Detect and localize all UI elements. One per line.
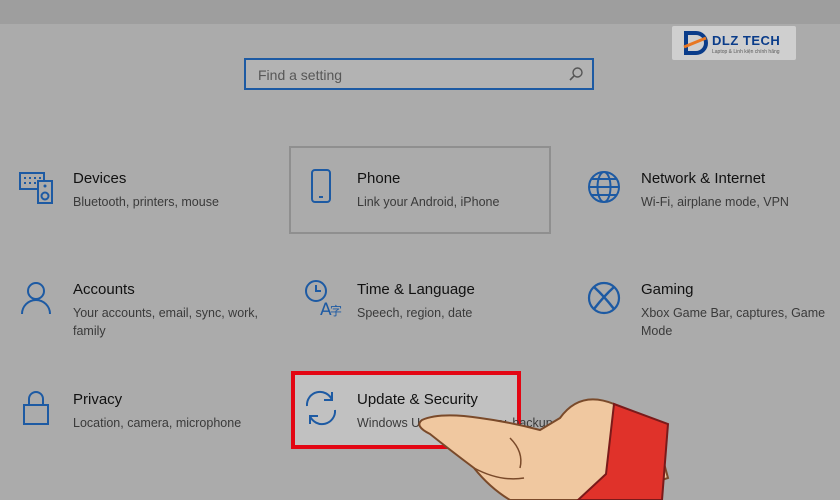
dlz-logo-icon xyxy=(683,31,708,55)
pointing-hand-icon xyxy=(418,398,670,500)
settings-tile-accounts[interactable]: Accounts Your accounts, email, sync, wor… xyxy=(18,266,278,356)
tile-description: Xbox Game Bar, captures, Game Mode xyxy=(641,306,826,338)
lock-icon xyxy=(23,391,49,425)
tile-description: Link your Android, iPhone xyxy=(357,195,500,209)
sync-icon xyxy=(305,390,337,426)
tile-description: Wi-Fi, airplane mode, VPN xyxy=(641,195,789,209)
devices-icon xyxy=(19,172,53,204)
tile-title: Accounts xyxy=(73,281,135,298)
phone-icon xyxy=(311,169,331,203)
dlz-tech-watermark: DLZ TECH Laptop & Linh kiện chính hãng xyxy=(672,26,796,60)
watermark-brand: DLZ TECH xyxy=(712,33,781,48)
settings-tile-devices[interactable]: Devices Bluetooth, printers, mouse xyxy=(18,155,278,245)
search-input[interactable] xyxy=(256,64,560,86)
search-box[interactable] xyxy=(244,58,594,90)
tile-title: Gaming xyxy=(641,281,694,298)
settings-tile-phone[interactable]: Phone Link your Android, iPhone xyxy=(302,155,562,245)
search-icon[interactable] xyxy=(568,66,584,82)
settings-tile-network[interactable]: Network & Internet Wi-Fi, airplane mode,… xyxy=(586,155,840,245)
settings-tile-time-language[interactable]: A 字 Time & Language Speech, region, date xyxy=(302,266,562,356)
tile-title: Devices xyxy=(73,170,127,187)
settings-tile-privacy[interactable]: Privacy Location, camera, microphone xyxy=(18,376,278,466)
time-language-icon: A 字 xyxy=(305,280,342,318)
globe-icon xyxy=(588,171,620,203)
tile-description: Your accounts, email, sync, work, family xyxy=(73,306,259,338)
tile-title: Privacy xyxy=(73,391,123,408)
svg-text:字: 字 xyxy=(330,303,342,318)
person-icon xyxy=(21,282,51,315)
settings-tile-gaming[interactable]: Gaming Xbox Game Bar, captures, Game Mod… xyxy=(586,266,840,356)
tile-description: Bluetooth, printers, mouse xyxy=(73,195,219,209)
tile-description: Speech, region, date xyxy=(357,306,473,320)
tile-title: Phone xyxy=(357,170,401,187)
tile-description: Location, camera, microphone xyxy=(73,416,242,430)
tile-title: Network & Internet xyxy=(641,170,766,187)
title-bar xyxy=(0,0,840,24)
tile-title: Time & Language xyxy=(357,281,475,298)
watermark-tagline: Laptop & Linh kiện chính hãng xyxy=(712,49,780,55)
xbox-icon xyxy=(587,281,621,315)
